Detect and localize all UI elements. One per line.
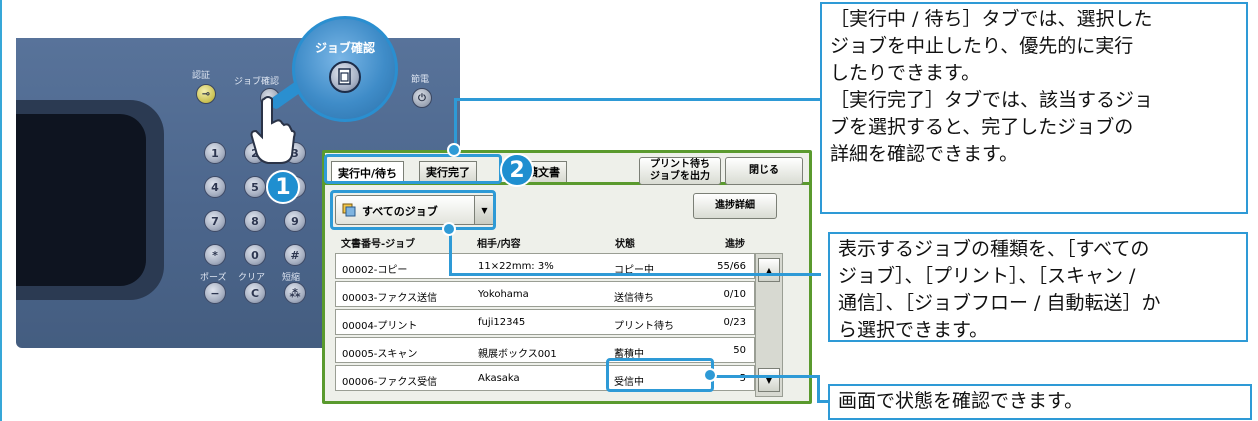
- tabs-callout-line-4: ［実行完了］タブでは、該当するジョ: [830, 89, 1154, 111]
- row-content: 11×22mm: 3%: [478, 261, 554, 272]
- connector-filter-dot: [442, 222, 456, 236]
- close-button[interactable]: 閉じる: [725, 157, 803, 185]
- connector-status-dot: [703, 368, 717, 382]
- row-progress: 55/66: [717, 261, 746, 272]
- tabs-callout-line-1: ［実行中 / 待ち］タブでは、選択した: [830, 8, 1153, 30]
- tabs-callout-line-6: 詳細を確認できます。: [830, 143, 1019, 165]
- row-content: Yokohama: [478, 289, 529, 300]
- key-star[interactable]: *: [204, 244, 226, 266]
- key-hash[interactable]: #: [284, 244, 306, 266]
- dial-icon: ⁂: [289, 286, 301, 300]
- tabs-callout-line-2: ジョブを中止したり、優先的に実行: [830, 35, 1134, 57]
- power-save-label: 節電: [411, 75, 430, 85]
- job-status-magnified-button: [329, 61, 361, 93]
- row-job: 00003-ファクス送信: [342, 293, 438, 304]
- filter-callout: 表示するジョブの種類を、［すべての ジョブ］、［プリント］、［スキャン / 通信…: [828, 232, 1248, 342]
- status-highlight: [606, 358, 714, 392]
- progress-detail-button[interactable]: 進捗詳細: [693, 193, 777, 219]
- connector-filter-vertical: [449, 232, 452, 276]
- touch-screen: 実行中/待ち 実行完了 蓄積文書 プリント待ち ジョブを出力 閉じる すべてのジ…: [322, 150, 812, 404]
- power-save-button[interactable]: ⏻: [412, 88, 432, 108]
- row-status: 送信待ち: [614, 293, 654, 304]
- step-2-badge: 2: [500, 153, 534, 187]
- tabs-callout-line-5: ブを選択すると、完了したジョブの: [830, 116, 1134, 138]
- magnifier-bubble: ジョブ確認: [292, 16, 398, 122]
- pause-button[interactable]: −: [204, 282, 226, 304]
- tabs-callout: ［実行中 / 待ち］タブでは、選択した ジョブを中止したり、優先的に実行 したり…: [820, 2, 1248, 214]
- connector-filter-horizontal: [449, 273, 821, 276]
- filter-callout-line-4: ら選択できます。: [838, 319, 989, 341]
- row-progress: 0/23: [723, 317, 746, 328]
- power-icon: ⏻: [418, 92, 426, 104]
- tabs-callout-line-3: したりできます。: [830, 62, 981, 84]
- document-icon: [338, 68, 351, 85]
- key-5[interactable]: 5: [244, 176, 266, 198]
- scroll-down-icon[interactable]: ▼: [758, 368, 780, 392]
- auth-button[interactable]: ⊸: [196, 84, 216, 104]
- status-callout-line-1: 画面で状態を確認できます。: [838, 390, 1084, 412]
- status-callout: 画面で状態を確認できます。: [828, 384, 1252, 420]
- table-row[interactable]: 00003-ファクス送信 Yokohama 送信待ち 0/10: [335, 281, 755, 307]
- row-content: fuji12345: [478, 317, 526, 328]
- key-9[interactable]: 9: [284, 210, 306, 232]
- display-screen: [16, 114, 146, 286]
- print-waiting-jobs-button[interactable]: プリント待ち ジョブを出力: [639, 157, 721, 185]
- column-header-job: 文書番号-ジョブ: [341, 239, 416, 250]
- column-header-progress: 進捗: [725, 239, 745, 250]
- connector-tabs-dot: [447, 143, 461, 157]
- scroll-up-icon[interactable]: ▲: [758, 258, 780, 282]
- row-job: 00006-ファクス受信: [342, 377, 438, 388]
- filter-highlight: [330, 190, 496, 230]
- key-7[interactable]: 7: [204, 210, 226, 232]
- hand-pointer-icon: [250, 96, 296, 164]
- row-job: 00005-スキャン: [342, 349, 418, 360]
- filter-callout-line-1: 表示するジョブの種類を、［すべての: [838, 238, 1150, 260]
- row-job: 00004-プリント: [342, 321, 418, 332]
- connector-status-horizontal: [714, 375, 820, 378]
- row-status: プリント待ち: [614, 321, 674, 332]
- row-progress: 50: [733, 345, 746, 356]
- key-0[interactable]: 0: [244, 244, 266, 266]
- connector-status-vertical: [817, 375, 820, 403]
- clear-label: クリア: [238, 273, 266, 283]
- key-icon: ⊸: [201, 88, 211, 100]
- clear-button[interactable]: C: [244, 282, 266, 304]
- job-status-label: ジョブ確認: [234, 77, 280, 87]
- speed-dial-button[interactable]: ⁂: [284, 282, 306, 304]
- key-4[interactable]: 4: [204, 176, 226, 198]
- minus-icon: −: [210, 286, 220, 300]
- step-1-badge: 1: [266, 170, 300, 204]
- left-accent-line: [0, 0, 2, 421]
- row-progress: 0/10: [723, 289, 746, 300]
- magnifier-label: ジョブ確認: [314, 41, 375, 55]
- filter-callout-line-2: ジョブ］、［プリント］、［スキャン /: [838, 265, 1136, 287]
- key-1[interactable]: 1: [204, 142, 226, 164]
- connector-tabs-horizontal: [454, 98, 820, 101]
- column-header-status: 状態: [615, 239, 635, 250]
- tabs-highlight: [324, 154, 502, 184]
- row-content: Akasaka: [478, 373, 520, 384]
- column-header-content: 相手/内容: [477, 239, 521, 250]
- filter-callout-line-3: 通信］、［ジョブフロー / 自動転送］か: [838, 292, 1161, 314]
- speed-dial-label: 短縮: [282, 273, 301, 283]
- row-content: 親展ボックス001: [478, 349, 557, 360]
- key-8[interactable]: 8: [244, 210, 266, 232]
- auth-label: 認証: [192, 71, 211, 81]
- table-row[interactable]: 00004-プリント fuji12345 プリント待ち 0/23: [335, 309, 755, 335]
- row-job: 00002-コピー: [342, 265, 408, 276]
